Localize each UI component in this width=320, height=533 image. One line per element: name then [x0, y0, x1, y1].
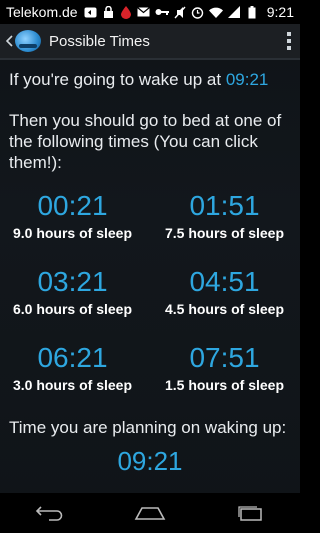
battery-icon: [245, 5, 259, 19]
mail-icon: [137, 5, 151, 19]
bedtime-clock: 03:21: [37, 266, 108, 297]
back-button[interactable]: [30, 498, 70, 528]
overflow-dot: [287, 32, 291, 36]
bedtime-option[interactable]: 00:21 9.0 hours of sleep: [0, 190, 145, 241]
status-bar: Telekom.de 9:21: [0, 0, 300, 24]
carrier-label: Telekom.de: [6, 4, 78, 20]
back-arrow-icon: [35, 506, 63, 521]
status-time: 9:21: [266, 4, 294, 20]
overflow-dot: [287, 46, 291, 50]
action-bar: Possible Times: [0, 24, 300, 60]
app-logo-icon[interactable]: [15, 30, 41, 52]
bedtime-hours: 7.5 hours of sleep: [164, 225, 285, 241]
bedtime-option[interactable]: 01:51 7.5 hours of sleep: [152, 190, 297, 241]
bedtime-hours: 3.0 hours of sleep: [12, 377, 133, 393]
status-icons-right: 9:21: [173, 4, 294, 20]
alarm-icon: [191, 5, 205, 19]
bedtime-hours: 6.0 hours of sleep: [12, 301, 133, 317]
home-icon: [134, 507, 166, 520]
main-content: If you're going to wake up at 09:21 Then…: [0, 62, 300, 492]
wake-up-prefix: If you're going to wake up at: [9, 70, 226, 89]
instruction-text: Then you should go to bed at one of the …: [9, 111, 282, 172]
drop-icon: [119, 5, 133, 19]
overflow-dot: [287, 39, 291, 43]
bedtime-option[interactable]: 07:51 1.5 hours of sleep: [152, 342, 297, 393]
signal-icon: [227, 5, 241, 19]
recent-apps-button[interactable]: [230, 498, 270, 528]
planning-label: Time you are planning on waking up:: [9, 418, 287, 437]
bedtime-option[interactable]: 03:21 6.0 hours of sleep: [0, 266, 145, 317]
wake-up-sentence: If you're going to wake up at 09:21: [9, 70, 268, 90]
bedtime-clock: 04:51: [189, 266, 260, 297]
overflow-menu-button[interactable]: [284, 32, 294, 50]
mute-icon: [173, 5, 187, 19]
navigation-bar: [0, 493, 300, 533]
key-icon: [155, 5, 169, 19]
screen: Telekom.de 9:21 Possible Times If you're…: [0, 0, 300, 533]
wake-up-time: 09:21: [225, 70, 269, 89]
bedtime-clock: 06:21: [37, 342, 108, 373]
bedtime-hours: 1.5 hours of sleep: [164, 377, 285, 393]
bedtime-clock: 01:51: [189, 190, 260, 221]
home-button[interactable]: [130, 498, 170, 528]
planning-wake-time[interactable]: 09:21: [0, 446, 300, 477]
back-caret-icon[interactable]: [5, 32, 13, 51]
recent-apps-icon: [238, 506, 262, 521]
bedtime-clock: 07:51: [189, 342, 260, 373]
lock-icon: [101, 5, 115, 19]
bedtime-option[interactable]: 04:51 4.5 hours of sleep: [152, 266, 297, 317]
notification-icon: [84, 5, 98, 19]
bedtime-hours: 9.0 hours of sleep: [12, 225, 133, 241]
action-bar-title: Possible Times: [49, 32, 150, 50]
wifi-icon: [208, 5, 223, 19]
bedtime-clock: 00:21: [37, 190, 108, 221]
bedtime-hours: 4.5 hours of sleep: [164, 301, 285, 317]
bedtime-option[interactable]: 06:21 3.0 hours of sleep: [0, 342, 145, 393]
